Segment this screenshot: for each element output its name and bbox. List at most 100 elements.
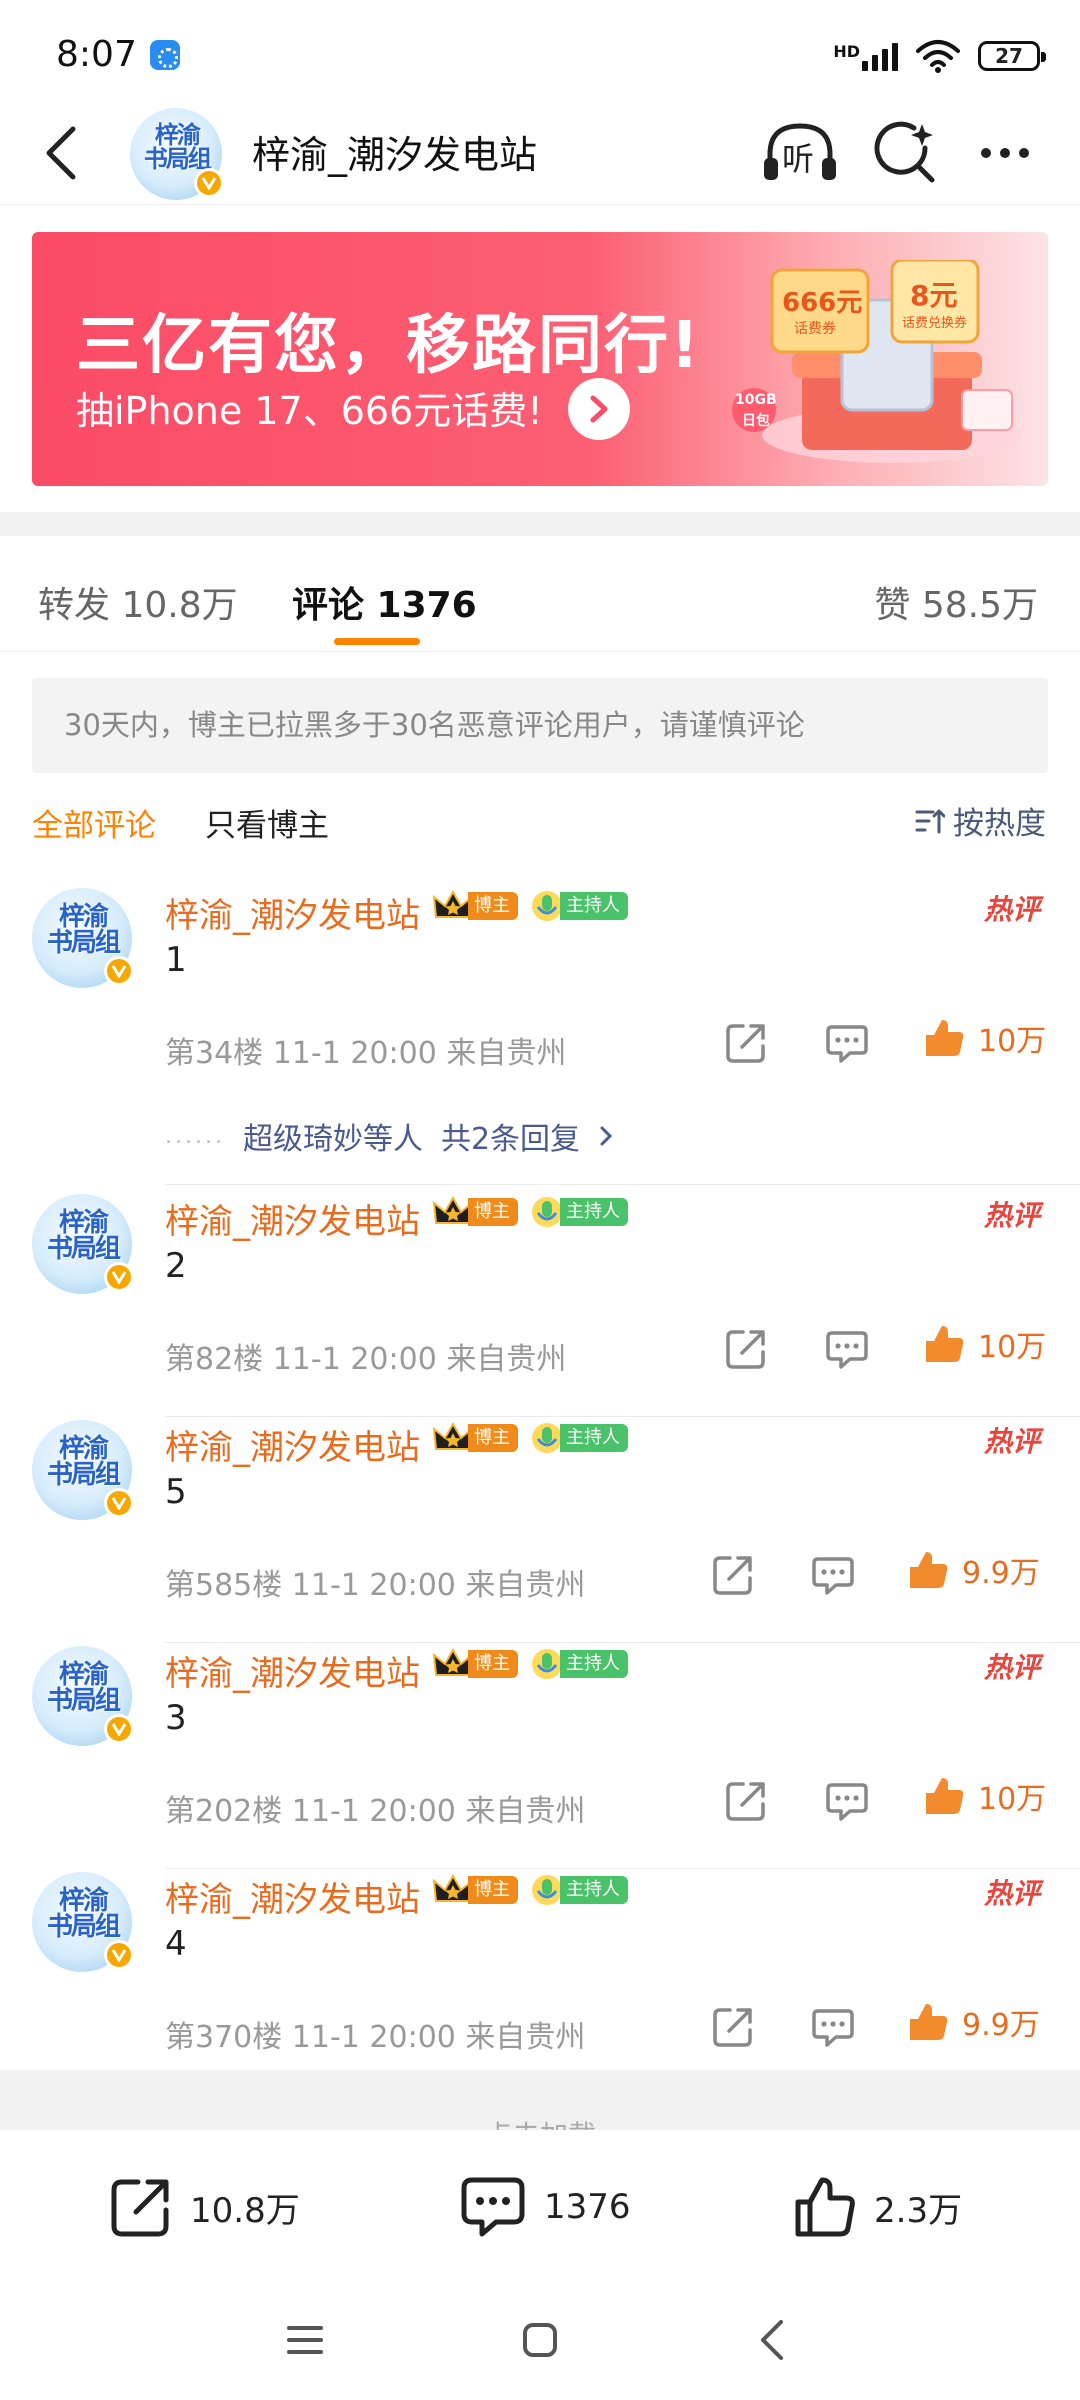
commenter-avatar[interactable]: 梓渝 书局组	[32, 1194, 134, 1294]
comment-count: 1376	[544, 2187, 631, 2227]
gift-label-8: 8元	[910, 279, 958, 312]
system-navigation-bar	[0, 2280, 1080, 2400]
comment-item[interactable]: 梓渝 书局组 梓渝_潮汐发电站 博主 主持人 热评 3 第202楼 11-1 2…	[0, 1646, 1080, 1872]
gift-label-10gb: 10GB	[735, 392, 777, 408]
reply-comment-icon[interactable]	[810, 2004, 856, 2050]
reply-comment-icon[interactable]	[810, 1552, 856, 1598]
chevron-right-icon	[600, 1126, 613, 1146]
super-topic-button[interactable]	[870, 118, 940, 188]
comment-text: 2	[165, 1246, 187, 1286]
blogger-badge-label: 博主	[468, 1876, 518, 1904]
avatar-text-line2: 书局组	[46, 1234, 121, 1264]
nav-back-button[interactable]	[742, 2310, 802, 2370]
comment-item[interactable]: 梓渝 书局组 梓渝_潮汐发电站 博主 主持人 热评 2 第82楼 11-1 20…	[0, 1194, 1080, 1420]
commenter-avatar[interactable]: 梓渝 书局组	[32, 1646, 134, 1746]
spark-search-icon	[874, 121, 935, 183]
home-square-icon	[523, 2323, 557, 2357]
comment-item[interactable]: 梓渝 书局组 梓渝_潮汐发电站 博主 主持人 热评 4 第370楼 11-1 2…	[0, 1872, 1080, 2098]
load-more-button[interactable]: 点击加载	[0, 2114, 1080, 2130]
reply-comment-icon[interactable]	[824, 1778, 870, 1824]
host-badge-label: 主持人	[560, 892, 628, 920]
wifi-icon	[916, 40, 960, 73]
share-comment-icon[interactable]	[710, 2004, 756, 2050]
commenter-name[interactable]: 梓渝_潮汐发电站	[165, 1194, 420, 1243]
filter-author-only[interactable]: 只看博主	[205, 800, 329, 845]
commenter-name[interactable]: 梓渝_潮汐发电站	[165, 1646, 420, 1695]
sort-by-hot-button[interactable]: 按热度	[915, 798, 1046, 843]
promo-banner[interactable]: 三亿有您，移路同行! 抽iPhone 17、666元话费! 666元 话费券 8…	[32, 232, 1048, 486]
like-comment-button[interactable]: 9.9万	[906, 2000, 1040, 2044]
like-comment-button[interactable]: 9.9万	[906, 1548, 1040, 1592]
reply-dots: ......	[165, 1123, 225, 1149]
thumbs-up-icon	[926, 1326, 964, 1362]
share-comment-icon[interactable]	[723, 1778, 769, 1824]
comment-like-count: 10万	[978, 1782, 1047, 1817]
avatar-text-line2: 书局组	[143, 144, 212, 173]
gift-box-illustration: 666元 话费券 8元 话费兑换券 10GB 日包	[732, 258, 1032, 470]
reply-summary-link[interactable]: ...... 超级琦妙等人 共2条回复	[165, 1114, 614, 1158]
comment-meta: 第202楼 11-1 20:00 来自贵州	[165, 1794, 586, 1829]
back-button[interactable]	[30, 118, 90, 188]
reply-comment-icon[interactable]	[824, 1326, 870, 1372]
like-comment-button[interactable]: 10万	[922, 1016, 1046, 1060]
thumbs-up-icon	[926, 1778, 964, 1814]
status-bar: 8:07 HD 27	[0, 0, 1080, 100]
battery-level: 27	[995, 44, 1023, 68]
banner-arrow-button[interactable]	[568, 378, 630, 440]
comment-button[interactable]: 1376	[458, 2174, 631, 2240]
nav-home-button[interactable]	[510, 2310, 570, 2370]
gift-label-666: 666元	[782, 288, 863, 318]
tab-like[interactable]: 赞 58.5万	[874, 576, 1038, 628]
share-comment-icon[interactable]	[710, 1552, 756, 1598]
like-comment-button[interactable]: 10万	[922, 1322, 1046, 1366]
host-badge-label: 主持人	[560, 1876, 628, 1904]
thumbs-up-icon	[795, 2177, 855, 2237]
comment-item[interactable]: 梓渝 书局组 梓渝_潮汐发电站 博主 主持人 热评 1 第34楼 11-1 20…	[0, 888, 1080, 1188]
dot-icon	[981, 148, 991, 158]
repost-button[interactable]: 10.8万	[108, 2174, 300, 2240]
commenter-name[interactable]: 梓渝_潮汐发电站	[165, 888, 420, 937]
avatar-text-line1: 梓渝	[58, 1208, 109, 1238]
comment-text: 5	[165, 1472, 187, 1512]
author-avatar[interactable]: 梓渝 书局组	[130, 108, 224, 200]
share-comment-icon[interactable]	[723, 1326, 769, 1372]
commenter-badges: 博主 主持人	[432, 1421, 628, 1454]
avatar-text-line2: 书局组	[46, 1686, 121, 1716]
share-comment-icon[interactable]	[723, 1020, 769, 1066]
commenter-name[interactable]: 梓渝_潮汐发电站	[165, 1420, 420, 1469]
hot-comment-tag: 热评	[983, 1877, 1040, 1910]
comment-divider	[165, 1868, 1080, 1869]
more-options-button[interactable]	[970, 118, 1040, 188]
commenter-name[interactable]: 梓渝_潮汐发电站	[165, 1872, 420, 1921]
tab-repost[interactable]: 转发 10.8万	[38, 576, 238, 628]
nav-menu-button[interactable]	[275, 2310, 335, 2370]
reply-comment-icon[interactable]	[824, 1020, 870, 1066]
avatar-text-line1: 梓渝	[58, 1886, 109, 1916]
commenter-avatar[interactable]: 梓渝 书局组	[32, 1420, 134, 1520]
comment-meta: 第370楼 11-1 20:00 来自贵州	[165, 2020, 586, 2055]
host-badge-label: 主持人	[560, 1424, 628, 1452]
author-name[interactable]: 梓渝_潮汐发电站	[252, 124, 537, 179]
comment-item[interactable]: 梓渝 书局组 梓渝_潮汐发电站 博主 主持人 热评 5 第585楼 11-1 2…	[0, 1420, 1080, 1646]
comment-divider	[165, 1184, 1080, 1185]
share-icon	[111, 2179, 169, 2237]
thumbs-up-icon	[910, 1552, 948, 1588]
blogger-badge-label: 博主	[468, 892, 518, 920]
network-type-label: HD	[833, 42, 860, 61]
filter-all-comments[interactable]: 全部评论	[32, 800, 156, 845]
gift-label-coupon: 话费券	[794, 321, 836, 337]
like-comment-button[interactable]: 10万	[922, 1774, 1046, 1818]
chevron-right-icon	[590, 395, 608, 423]
like-button[interactable]: 2.3万	[792, 2174, 962, 2240]
tab-comment[interactable]: 评论 1376	[292, 576, 477, 628]
commenter-badges: 博主 主持人	[432, 1873, 628, 1906]
listen-button[interactable]: 听	[760, 118, 840, 188]
commenter-avatar[interactable]: 梓渝 书局组	[32, 1872, 134, 1972]
post-header: 梓渝 书局组 梓渝_潮汐发电站 听	[0, 100, 1080, 205]
sort-icon	[915, 809, 945, 833]
verified-badge-icon	[104, 1940, 134, 1970]
avatar-text-line1: 梓渝	[58, 1660, 109, 1690]
comment-divider	[165, 1416, 1080, 1417]
commenter-avatar[interactable]: 梓渝 书局组	[32, 888, 134, 988]
thumbs-up-icon	[926, 1020, 964, 1056]
